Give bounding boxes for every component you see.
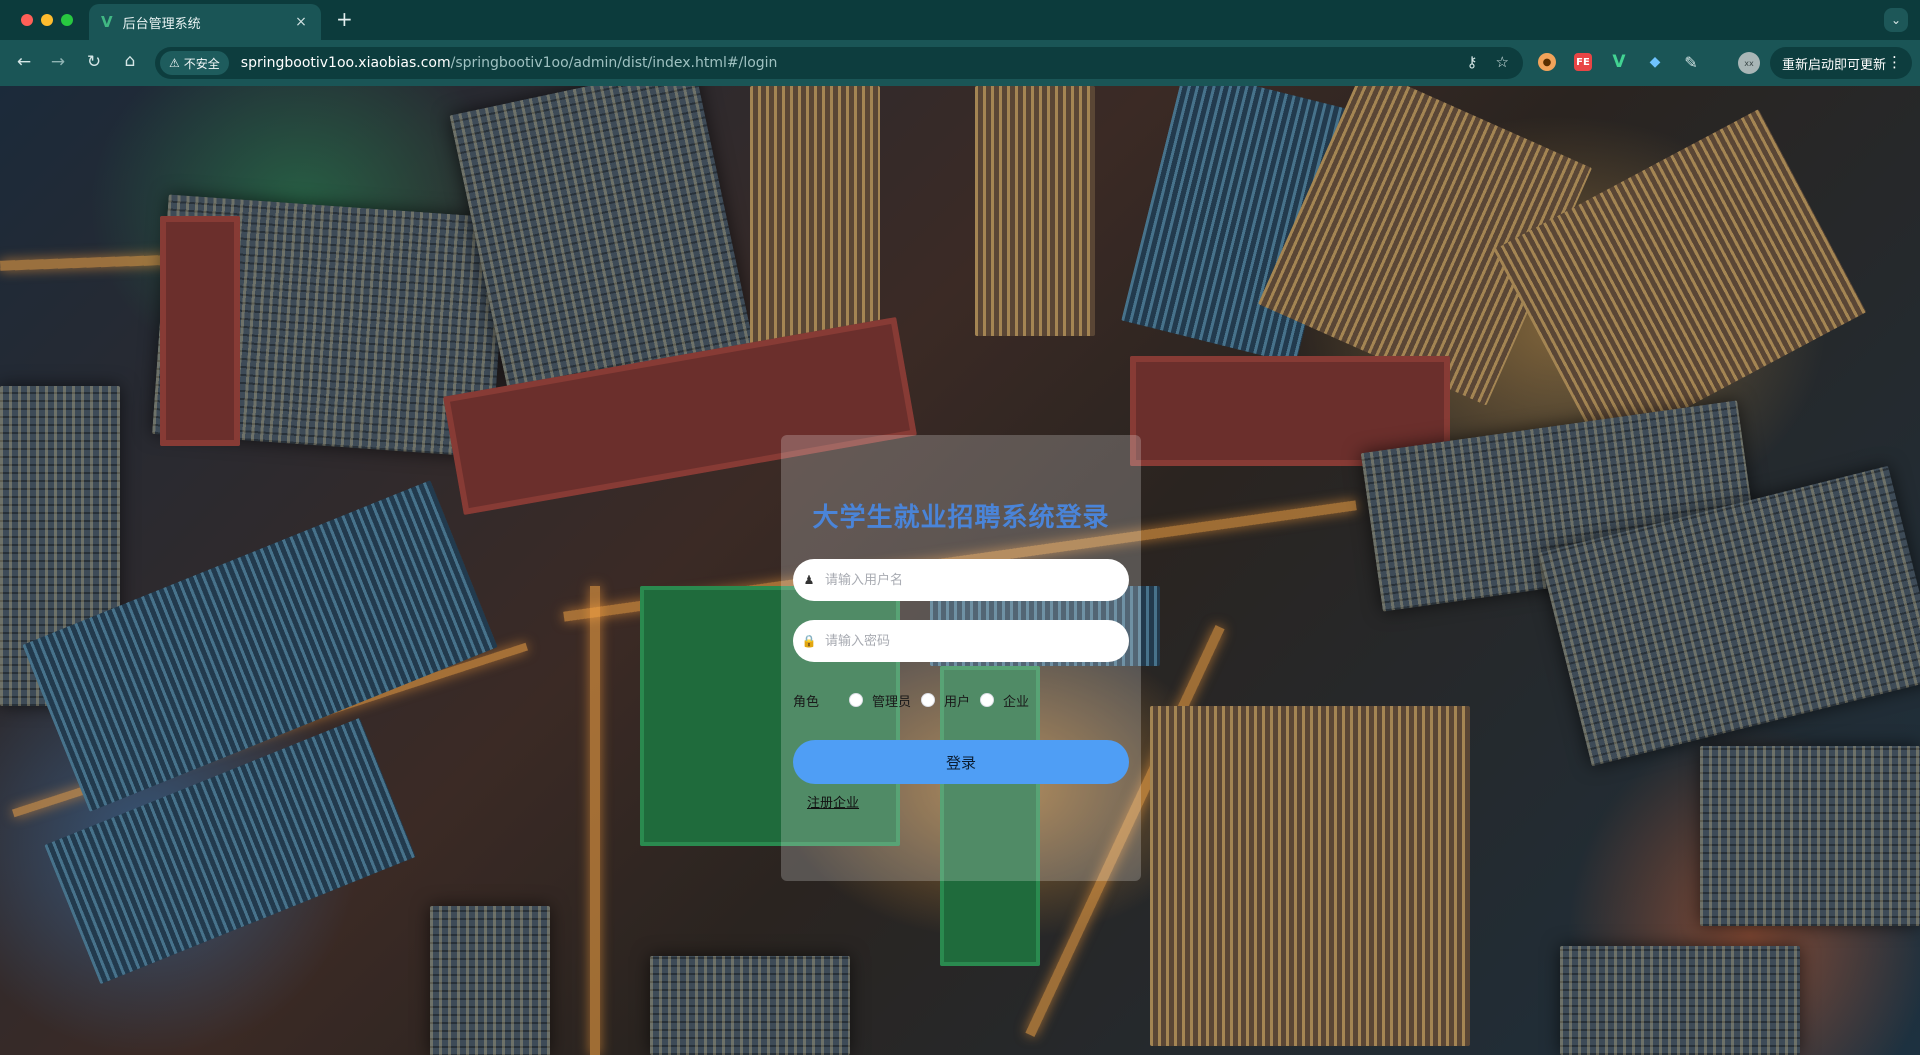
browser-toolbar: ← → ↻ ⌂ ⚠ 不安全 springbootiv1oo.xiaobias.c… — [0, 40, 1920, 86]
url-text[interactable]: springbootiv1oo.xiaobias.com/springbooti… — [241, 55, 778, 71]
role-option-user[interactable]: 用户 — [921, 691, 970, 710]
login-page: 大学生就业招聘系统登录 ♟ 🔒 角色 管理员 用户 企业 登录 — [0, 86, 1920, 1055]
role-option-label: 管理员 — [872, 694, 912, 710]
extensions-puzzle-icon[interactable]: ✎ — [1682, 53, 1700, 72]
warning-triangle-icon: ⚠ — [169, 56, 180, 70]
radio-circle-icon[interactable] — [921, 693, 936, 707]
security-label: 不安全 — [183, 56, 220, 71]
bg-building — [1150, 706, 1470, 1046]
vue-favicon-icon: V — [101, 13, 113, 31]
password-input[interactable] — [825, 620, 1129, 662]
extension-vue-devtools-icon[interactable]: V — [1610, 52, 1628, 72]
omnibox-actions: ⚷ ☆ — [1467, 53, 1509, 71]
forward-arrow-icon[interactable]: → — [40, 52, 76, 72]
bg-road — [590, 586, 600, 1055]
update-button[interactable]: 重新启动即可更新 ⋮ — [1770, 47, 1912, 79]
username-field[interactable]: ♟ — [793, 559, 1129, 601]
browser-tab-active[interactable]: V 后台管理系统 × — [89, 4, 321, 40]
user-icon: ♟ — [803, 573, 815, 587]
login-button[interactable]: 登录 — [793, 740, 1129, 784]
update-label: 重新启动即可更新 — [1782, 57, 1887, 73]
security-status-chip[interactable]: ⚠ 不安全 — [160, 51, 229, 75]
more-menu-icon[interactable]: ⋮ — [1887, 53, 1902, 71]
bg-building — [1700, 746, 1920, 926]
tab-title: 后台管理系统 — [122, 16, 201, 32]
password-key-icon[interactable]: ⚷ — [1467, 53, 1478, 71]
role-label: 角色 — [793, 694, 820, 710]
bg-building — [750, 86, 880, 346]
bookmark-star-icon[interactable]: ☆ — [1496, 53, 1509, 71]
password-field[interactable]: 🔒 — [793, 620, 1129, 662]
radio-circle-icon[interactable] — [980, 693, 995, 707]
role-option-label: 用户 — [944, 694, 971, 710]
login-title: 大学生就业招聘系统登录 — [812, 503, 1110, 533]
bg-building — [1560, 946, 1800, 1055]
register-company-link[interactable]: 注册企业 — [807, 792, 859, 811]
new-tab-button[interactable]: + — [336, 8, 353, 30]
extensions-area: ● FE V ◆ ✎ — [1538, 52, 1700, 72]
profile-avatar[interactable]: xx — [1738, 52, 1760, 74]
tab-search-menu-button[interactable]: ⌄ — [1884, 8, 1908, 32]
extension-face-icon[interactable]: ● — [1538, 53, 1556, 71]
role-selector: 角色 管理员 用户 企业 — [793, 690, 1039, 710]
address-bar[interactable]: ⚠ 不安全 springbootiv1oo.xiaobias.com/sprin… — [155, 47, 1523, 79]
radio-circle-icon[interactable] — [849, 693, 863, 707]
url-host: springbootiv1oo.xiaobias.com — [240, 55, 451, 71]
bg-building — [650, 956, 850, 1055]
bg-building — [160, 216, 240, 446]
bg-building — [430, 906, 550, 1055]
username-input[interactable] — [825, 559, 1129, 601]
extension-gem-icon[interactable]: ◆ — [1646, 53, 1664, 71]
window-controls — [21, 14, 73, 26]
url-path: /springbootiv1oo/admin/dist/index.html#/… — [450, 55, 778, 71]
home-icon[interactable]: ⌂ — [112, 51, 148, 71]
lock-icon: 🔒 — [801, 634, 817, 648]
extension-fe-icon[interactable]: FE — [1574, 53, 1592, 71]
role-option-company[interactable]: 企业 — [980, 691, 1029, 710]
role-option-admin[interactable]: 管理员 — [849, 691, 911, 710]
maximize-window-button[interactable] — [61, 14, 73, 26]
role-option-label: 企业 — [1003, 694, 1030, 710]
back-arrow-icon[interactable]: ← — [6, 52, 42, 72]
bg-building — [975, 86, 1095, 336]
login-form: 大学生就业招聘系统登录 ♟ 🔒 角色 管理员 用户 企业 登录 — [781, 435, 1141, 881]
close-window-button[interactable] — [21, 14, 33, 26]
browser-tab-bar: V 后台管理系统 × + ⌄ — [0, 0, 1920, 40]
tab-close-icon[interactable]: × — [293, 14, 309, 30]
minimize-window-button[interactable] — [41, 14, 53, 26]
reload-icon[interactable]: ↻ — [76, 52, 112, 72]
